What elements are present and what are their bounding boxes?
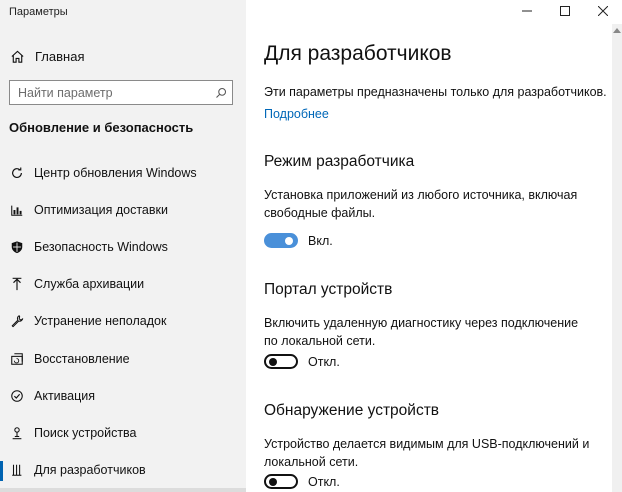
device-portal-description: Включить удаленную диагностику через под… [264,316,579,348]
minimize-button[interactable] [508,0,546,24]
sidebar-item-label: Поиск устройства [34,425,137,440]
sidebar-item-activation[interactable]: Активация [0,377,246,414]
device-discovery-toggle[interactable]: Откл. [264,474,340,489]
sidebar-item-label: Служба архивации [34,277,145,292]
close-button[interactable] [584,0,622,24]
sidebar-item-delivery-optimization[interactable]: Оптимизация доставки [0,191,246,228]
close-icon [597,3,609,21]
sidebar-item-windows-update[interactable]: Центр обновления Windows [0,154,246,191]
page-title: Для разработчиков [264,42,452,65]
wrench-icon [9,313,25,329]
sidebar-item-label: Активация [34,388,96,403]
sidebar-item-troubleshoot[interactable]: Устранение неполадок [0,303,246,340]
device-portal-toggle[interactable]: Откл. [264,354,340,369]
refresh-icon [9,165,25,181]
sidebar-item-recovery[interactable]: Восстановление [0,340,246,377]
sidebar: Параметры Главная Обновление и безопасно… [0,0,246,492]
sidebar-item-windows-security[interactable]: Безопасность Windows [0,228,246,265]
toggle-knob [269,357,277,366]
person-pin-icon [9,425,25,441]
search-icon[interactable] [210,82,232,104]
sidebar-item-for-developers[interactable]: Для разработчиков [0,452,246,489]
device-discovery-heading: Обнаружение устройств [264,402,440,419]
vertical-scrollbar[interactable] [612,24,622,492]
device-portal-heading: Портал устройств [264,281,393,298]
search-box[interactable] [9,80,233,105]
developer-mode-description: Установка приложений из любого источника… [264,188,578,220]
sidebar-item-label: Для разработчиков [34,463,146,478]
shield-icon [9,239,25,255]
app-title: Параметры [9,6,68,18]
sidebar-item-label: Безопасность Windows [34,239,168,254]
maximize-button[interactable] [546,0,584,24]
toggle-switch-off[interactable] [264,474,298,489]
toggle-knob [269,477,277,486]
search-input[interactable] [10,81,210,104]
sidebar-item-label: Центр обновления Windows [34,165,197,180]
maximize-icon [560,3,570,21]
minimize-icon [522,3,532,21]
sidebar-section-title: Обновление и безопасность [9,120,194,135]
sidebar-bottom-edge [0,488,246,492]
developer-mode-toggle-label: Вкл. [308,233,333,248]
home-icon [9,48,25,64]
sidebar-item-backup[interactable]: Служба архивации [0,266,246,303]
more-info-link[interactable]: Подробнее [264,107,329,121]
toggle-switch-off[interactable] [264,354,298,369]
developer-tools-icon [9,462,25,478]
sidebar-item-label: Восстановление [34,351,130,366]
scroll-up-icon[interactable] [612,24,622,36]
developer-mode-heading: Режим разработчика [264,153,415,170]
sidebar-item-find-device[interactable]: Поиск устройства [0,414,246,451]
delivery-optimization-icon [9,202,25,218]
backup-arrow-icon [9,276,25,292]
window-controls [508,0,622,24]
developer-mode-toggle[interactable]: Вкл. [264,233,333,248]
device-discovery-description: Устройство делается видимым для USB-подк… [264,437,590,469]
toggle-knob [285,236,293,245]
check-circle-icon [9,388,25,404]
home-nav-item[interactable]: Главная [0,40,246,72]
sidebar-nav-list: Центр обновления Windows Оптимизация дос… [0,154,246,489]
sidebar-item-label: Оптимизация доставки [34,202,168,217]
device-discovery-toggle-label: Откл. [308,474,340,489]
recovery-icon [9,351,25,367]
home-label: Главная [35,48,85,64]
intro-text: Эти параметры предназначены только для р… [264,85,607,99]
toggle-switch-on[interactable] [264,233,298,248]
device-portal-toggle-label: Откл. [308,354,340,369]
sidebar-item-label: Устранение неполадок [34,314,167,329]
